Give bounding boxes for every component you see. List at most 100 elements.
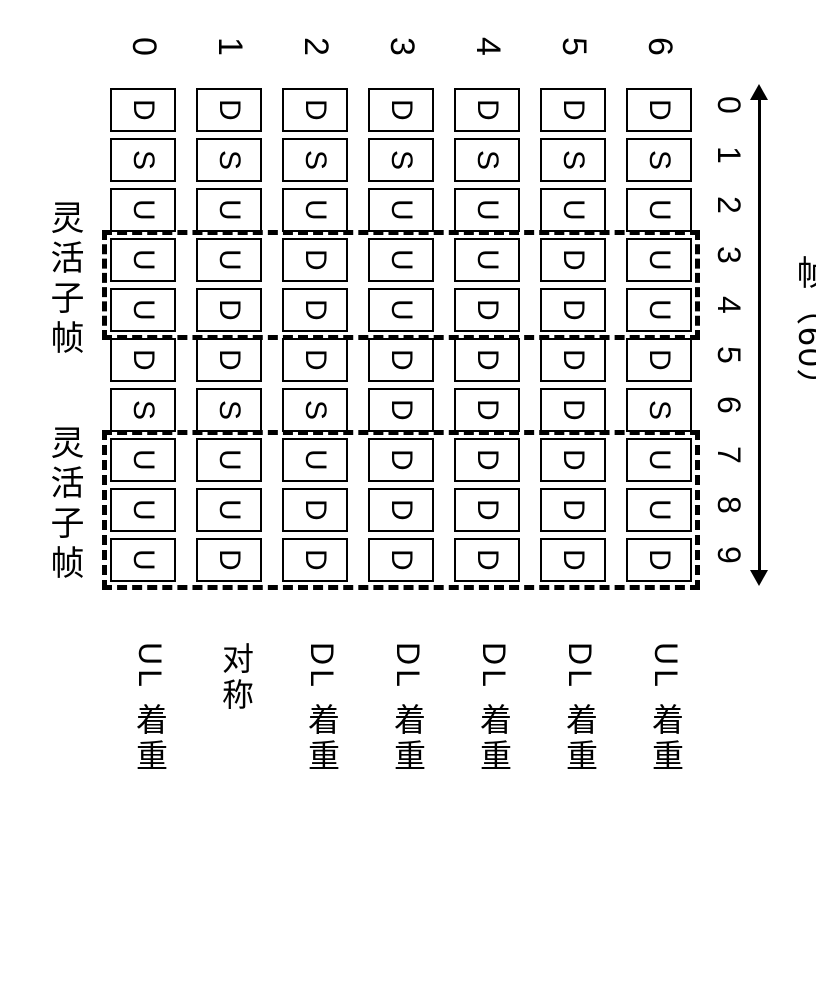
cell: D [454, 538, 520, 582]
cell: D [540, 438, 606, 482]
cell: D [368, 338, 434, 382]
cell: U [454, 188, 520, 232]
cell: U [368, 188, 434, 232]
cell: S [110, 138, 176, 182]
cell: D [110, 88, 176, 132]
cell: S [196, 138, 262, 182]
cell: S [626, 388, 692, 432]
subframe-index: 3 [710, 246, 747, 264]
subframe-index: 9 [710, 546, 747, 564]
cell: D [540, 388, 606, 432]
cell: D [110, 338, 176, 382]
cell: D [282, 88, 348, 132]
cell: D [454, 488, 520, 532]
config-index: 6 [643, 28, 679, 64]
cell: D [368, 538, 434, 582]
cell: U [110, 438, 176, 482]
config-label: DL 着重 [471, 642, 517, 775]
config-label: DL 着重 [557, 642, 603, 775]
cell: U [626, 438, 692, 482]
axis-label: 帧（60） [786, 255, 816, 405]
cell: D [454, 388, 520, 432]
cell: D [540, 538, 606, 582]
cell: U [110, 238, 176, 282]
cell: S [626, 138, 692, 182]
cell: D [282, 238, 348, 282]
diagram-root: { "sectionLabels": { "left": "灵活子帧", "ri… [0, 0, 816, 1000]
cell: U [626, 238, 692, 282]
cell: D [540, 238, 606, 282]
cell: D [196, 288, 262, 332]
config-label: UL 着重 [127, 642, 173, 775]
cell: U [626, 188, 692, 232]
config-index: 4 [471, 28, 507, 64]
config-index: 5 [557, 28, 593, 64]
axis-arrow-top [750, 84, 768, 100]
subframe-index: 2 [710, 196, 747, 214]
cell: U [626, 288, 692, 332]
cell: U [626, 488, 692, 532]
cell: U [110, 288, 176, 332]
cell: S [368, 138, 434, 182]
subframe-index: 4 [710, 296, 747, 314]
subframe-index: 1 [710, 146, 747, 164]
cell: S [454, 138, 520, 182]
cell: D [540, 488, 606, 532]
subframe-index: 8 [710, 496, 747, 514]
config-label: DL 着重 [385, 642, 431, 775]
cell: U [196, 238, 262, 282]
cell: U [282, 188, 348, 232]
cell: D [368, 388, 434, 432]
cell: D [454, 338, 520, 382]
cell: U [196, 488, 262, 532]
cell: U [368, 238, 434, 282]
subframe-index: 0 [710, 96, 747, 114]
cell: D [540, 338, 606, 382]
axis-line [758, 94, 761, 576]
cell: D [626, 538, 692, 582]
cell: S [110, 388, 176, 432]
cell: D [282, 488, 348, 532]
cell: S [282, 138, 348, 182]
cell: D [454, 288, 520, 332]
subframe-index: 7 [710, 446, 747, 464]
cell: U [454, 238, 520, 282]
section-label-right: 灵活子帧 [40, 425, 89, 585]
cell: S [282, 388, 348, 432]
subframe-index: 6 [710, 396, 747, 414]
cell: D [540, 288, 606, 332]
cell: D [540, 88, 606, 132]
cell: D [196, 88, 262, 132]
cell: D [626, 88, 692, 132]
cell: D [368, 438, 434, 482]
config-index: 0 [127, 28, 163, 64]
cell: D [454, 438, 520, 482]
cell: S [196, 388, 262, 432]
cell: D [454, 88, 520, 132]
cell: D [282, 288, 348, 332]
cell: U [196, 438, 262, 482]
config-index: 2 [299, 28, 335, 64]
config-index: 1 [213, 28, 249, 64]
config-index: 3 [385, 28, 421, 64]
cell: U [540, 188, 606, 232]
cell: D [282, 338, 348, 382]
cell: D [368, 88, 434, 132]
cell: D [282, 538, 348, 582]
cell: D [368, 488, 434, 532]
cell: U [110, 488, 176, 532]
section-label-left: 灵活子帧 [40, 200, 89, 360]
config-label: UL 着重 [643, 642, 689, 775]
cell: U [368, 288, 434, 332]
cell: D [196, 338, 262, 382]
cell: D [626, 338, 692, 382]
cell: U [282, 438, 348, 482]
cell: S [540, 138, 606, 182]
config-label: 对称 [213, 642, 259, 714]
cell: U [110, 538, 176, 582]
cell: D [196, 538, 262, 582]
subframe-index: 5 [710, 346, 747, 364]
cell: U [110, 188, 176, 232]
cell: U [196, 188, 262, 232]
config-label: DL 着重 [299, 642, 345, 775]
